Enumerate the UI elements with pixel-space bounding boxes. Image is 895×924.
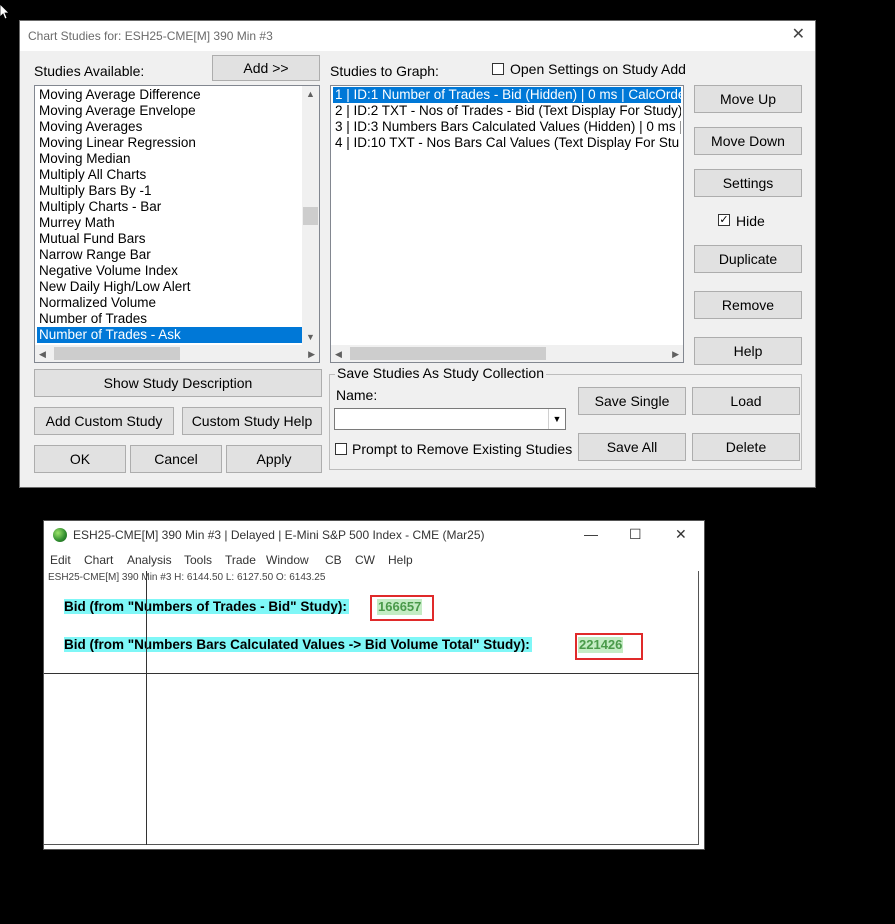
highlight-box-1 <box>370 595 434 621</box>
menu-edit[interactable]: Edit <box>50 553 71 567</box>
study-list-item[interactable]: Negative Volume Index <box>37 263 302 279</box>
settings-button[interactable]: Settings <box>694 169 802 197</box>
study-list-item[interactable]: Multiply Charts - Bar <box>37 199 302 215</box>
study-list-item[interactable]: Moving Averages <box>37 119 302 135</box>
menu-cb[interactable]: CB <box>325 553 342 567</box>
minimize-icon[interactable]: — <box>584 526 598 542</box>
chart-window-titlebar: ESH25-CME[M] 390 Min #3 | Delayed | E-Mi… <box>44 521 704 549</box>
prompt-remove-label: Prompt to Remove Existing Studies <box>352 441 573 457</box>
graphed-study-item[interactable]: 2 | ID:2 TXT - Nos of Trades - Bid (Text… <box>333 103 681 119</box>
study-list-item[interactable]: Moving Average Envelope <box>37 103 302 119</box>
scroll-thumb[interactable] <box>303 207 318 225</box>
duplicate-button[interactable]: Duplicate <box>694 245 802 273</box>
custom-study-help-button[interactable]: Custom Study Help <box>182 407 322 435</box>
open-settings-label: Open Settings on Study Add <box>510 61 686 77</box>
bid-volume-text: Bid (from "Numbers Bars Calculated Value… <box>64 636 532 654</box>
study-list-item[interactable]: Moving Average Difference <box>37 87 302 103</box>
study-list-item[interactable]: Number of Trades - Ask <box>37 327 302 343</box>
hide-checkbox[interactable]: ✓ <box>718 214 730 226</box>
menu-window[interactable]: Window <box>266 553 309 567</box>
chart-header-info: ESH25-CME[M] 390 Min #3 H: 6144.50 L: 61… <box>48 572 326 583</box>
add-button[interactable]: Add >> <box>212 55 320 81</box>
bid-trades-text: Bid (from "Numbers of Trades - Bid" Stud… <box>64 598 349 616</box>
hide-label: Hide <box>736 213 765 229</box>
horizontal-scrollbar[interactable]: ◀ ▶ <box>35 345 319 362</box>
graphed-study-item[interactable]: 4 | ID:10 TXT - Nos Bars Cal Values (Tex… <box>333 135 681 151</box>
vertical-scrollbar[interactable]: ▲ ▼ <box>302 86 319 345</box>
apply-button[interactable]: Apply <box>226 445 322 473</box>
study-list-item[interactable]: Moving Median <box>37 151 302 167</box>
scroll-thumb-h[interactable] <box>54 347 180 360</box>
remove-button[interactable]: Remove <box>694 291 802 319</box>
save-single-button[interactable]: Save Single <box>578 387 686 415</box>
bid-volume-label: Bid (from "Numbers Bars Calculated Value… <box>64 637 532 652</box>
scroll-right-icon[interactable]: ▶ <box>672 349 679 359</box>
add-custom-study-button[interactable]: Add Custom Study <box>34 407 174 435</box>
bid-trades-label: Bid (from "Numbers of Trades - Bid" Stud… <box>64 599 349 614</box>
studies-to-graph-items: 1 | ID:1 Number of Trades - Bid (Hidden)… <box>333 87 681 151</box>
chart-window-title: ESH25-CME[M] 390 Min #3 | Delayed | E-Mi… <box>73 528 485 542</box>
close-icon[interactable]: ✕ <box>792 27 805 43</box>
study-list-item[interactable]: New Daily High/Low Alert <box>37 279 302 295</box>
dialog-title: Chart Studies for: ESH25-CME[M] 390 Min … <box>28 29 273 43</box>
chart-plot-area[interactable]: ESH25-CME[M] 390 Min #3 H: 6144.50 L: 61… <box>44 571 699 845</box>
cancel-button[interactable]: Cancel <box>130 445 222 473</box>
menu-bar: Edit Chart Analysis Tools Trade Window C… <box>44 551 704 571</box>
move-down-button[interactable]: Move Down <box>694 127 802 155</box>
chevron-down-icon[interactable]: ▼ <box>548 409 565 429</box>
study-list-item[interactable]: Narrow Range Bar <box>37 247 302 263</box>
menu-help[interactable]: Help <box>388 553 413 567</box>
studies-to-graph-label: Studies to Graph: <box>330 63 439 79</box>
prompt-remove-checkbox[interactable] <box>335 443 347 455</box>
crosshair-horizontal <box>44 673 699 674</box>
horizontal-scrollbar-graph[interactable]: ◀ ▶ <box>331 345 683 362</box>
graphed-study-item[interactable]: 3 | ID:3 Numbers Bars Calculated Values … <box>333 119 681 135</box>
menu-trade[interactable]: Trade <box>225 553 256 567</box>
chart-window: ESH25-CME[M] 390 Min #3 | Delayed | E-Mi… <box>43 520 705 850</box>
study-collection-group-label: Save Studies As Study Collection <box>335 365 547 381</box>
scroll-left-icon[interactable]: ◀ <box>335 349 342 359</box>
maximize-icon[interactable]: ☐ <box>629 526 642 543</box>
menu-chart[interactable]: Chart <box>84 553 113 567</box>
dialog-titlebar: Chart Studies for: ESH25-CME[M] 390 Min … <box>20 21 815 51</box>
highlight-box-2 <box>575 633 643 660</box>
studies-to-graph-list[interactable]: 1 | ID:1 Number of Trades - Bid (Hidden)… <box>330 85 684 363</box>
scroll-left-icon[interactable]: ◀ <box>39 349 46 359</box>
close-icon[interactable]: ✕ <box>675 526 687 543</box>
mouse-cursor-icon <box>0 4 10 20</box>
move-up-button[interactable]: Move Up <box>694 85 802 113</box>
study-list-item[interactable]: Moving Linear Regression <box>37 135 302 151</box>
show-study-description-button[interactable]: Show Study Description <box>34 369 322 397</box>
studies-available-label: Studies Available: <box>34 63 145 79</box>
study-list-item[interactable]: Mutual Fund Bars <box>37 231 302 247</box>
study-list-item[interactable]: Multiply All Charts <box>37 167 302 183</box>
save-all-button[interactable]: Save All <box>578 433 686 461</box>
scroll-up-icon[interactable]: ▲ <box>306 89 315 99</box>
menu-cw[interactable]: CW <box>355 553 375 567</box>
study-list-item[interactable]: Normalized Volume <box>37 295 302 311</box>
graphed-study-item[interactable]: 1 | ID:1 Number of Trades - Bid (Hidden)… <box>333 87 681 103</box>
scroll-right-icon[interactable]: ▶ <box>308 349 315 359</box>
collection-name-combo[interactable]: ▼ <box>334 408 566 430</box>
studies-available-items: Moving Average Difference Moving Average … <box>37 87 302 343</box>
delete-button[interactable]: Delete <box>692 433 800 461</box>
help-button[interactable]: Help <box>694 337 802 365</box>
scroll-thumb-h[interactable] <box>350 347 546 360</box>
load-button[interactable]: Load <box>692 387 800 415</box>
chart-studies-dialog: Chart Studies for: ESH25-CME[M] 390 Min … <box>19 20 816 488</box>
name-label: Name: <box>336 387 378 403</box>
study-list-item[interactable]: Number of Trades <box>37 311 302 327</box>
menu-tools[interactable]: Tools <box>184 553 212 567</box>
globe-icon <box>53 528 67 542</box>
menu-analysis[interactable]: Analysis <box>127 553 172 567</box>
ok-button[interactable]: OK <box>34 445 126 473</box>
scroll-down-icon[interactable]: ▼ <box>306 332 315 342</box>
open-settings-checkbox[interactable] <box>492 63 504 75</box>
crosshair-vertical <box>146 571 147 845</box>
study-list-item[interactable]: Murrey Math <box>37 215 302 231</box>
study-list-item[interactable]: Multiply Bars By -1 <box>37 183 302 199</box>
studies-available-list[interactable]: Moving Average Difference Moving Average … <box>34 85 320 363</box>
